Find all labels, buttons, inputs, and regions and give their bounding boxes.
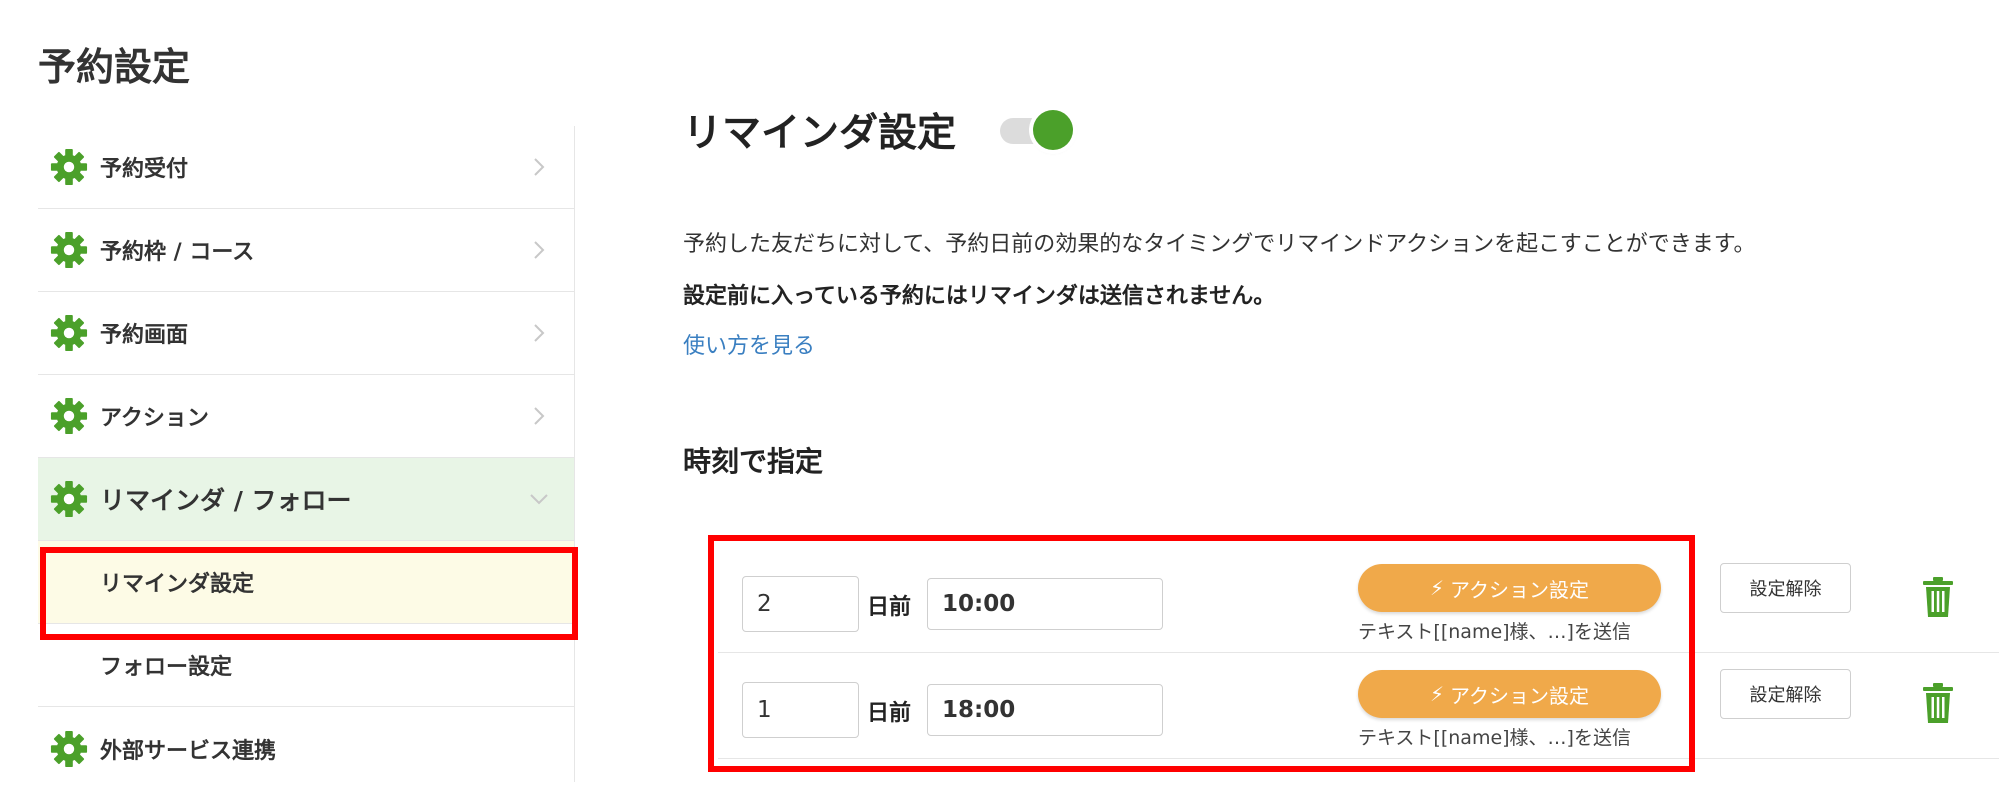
toggle-knob (1033, 110, 1073, 150)
sidebar-item-reservation-screen[interactable]: 予約画面 (38, 292, 574, 375)
description-text: 予約した友だちに対して、予約日前の効果的なタイミングでリマインドアクションを起こ… (683, 232, 1756, 257)
notice-text: 設定前に入っている予約にはリマインダは送信されません。 (683, 284, 1276, 309)
sidebar: 予約受付 予約枠 / コース 予約画面 アクション リマインダ / フォロー リ… (38, 126, 575, 782)
unset-button[interactable]: 設定解除 (1720, 669, 1851, 719)
sidebar-subitem-follow-settings[interactable]: フォロー設定 (38, 624, 574, 707)
page-title: 予約設定 (38, 45, 191, 89)
action-settings-label: アクション設定 (1450, 577, 1590, 602)
section-title: リマインダ設定 (683, 111, 957, 156)
reminder-row: 日前 ⚡ アクション設定 テキスト[[name]様、…]を送信 設定解除 (718, 653, 1999, 759)
sidebar-item-label: 予約画面 (100, 323, 189, 348)
sidebar-item-action[interactable]: アクション (38, 375, 574, 458)
sidebar-subitem-label: リマインダ設定 (100, 572, 255, 597)
gear-icon (50, 314, 88, 352)
sidebar-item-reservation-acceptance[interactable]: 予約受付 (38, 126, 574, 209)
sidebar-item-external-services[interactable]: 外部サービス連携 (38, 707, 574, 790)
days-before-input[interactable] (742, 682, 859, 738)
lightning-icon: ⚡ (1429, 576, 1445, 600)
action-settings-button[interactable]: ⚡ アクション設定 (1358, 564, 1661, 612)
sidebar-subitem-reminder-settings[interactable]: リマインダ設定 (38, 541, 574, 624)
reminder-toggle[interactable] (1000, 110, 1073, 150)
chevron-right-icon (528, 322, 550, 344)
subsection-title: 時刻で指定 (683, 445, 824, 478)
days-before-label: 日前 (867, 701, 912, 726)
sidebar-item-label: アクション (100, 406, 209, 431)
gear-icon (50, 730, 88, 768)
sidebar-item-label: 外部サービス連携 (100, 738, 277, 764)
action-settings-label: アクション設定 (1450, 683, 1590, 708)
reminder-row: 日前 ⚡ アクション設定 テキスト[[name]様、…]を送信 設定解除 (718, 547, 1999, 653)
gear-icon (50, 397, 88, 435)
gear-icon (50, 148, 88, 186)
action-description: テキスト[[name]様、…]を送信 (1358, 727, 1631, 749)
chevron-down-icon (528, 488, 550, 510)
sidebar-subitem-label: フォロー設定 (100, 655, 233, 680)
time-input[interactable] (927, 684, 1163, 736)
days-before-label: 日前 (867, 595, 912, 620)
lightning-icon: ⚡ (1429, 682, 1445, 706)
sidebar-item-slots-courses[interactable]: 予約枠 / コース (38, 209, 574, 292)
chevron-right-icon (528, 156, 550, 178)
days-before-input[interactable] (742, 576, 859, 632)
trash-icon[interactable] (1921, 683, 1955, 723)
chevron-right-icon (528, 405, 550, 427)
action-description: テキスト[[name]様、…]を送信 (1358, 621, 1631, 643)
help-link[interactable]: 使い方を見る (683, 328, 815, 360)
sidebar-item-label: 予約枠 / コース (100, 240, 255, 265)
sidebar-item-label: リマインダ / フォロー (100, 486, 352, 515)
sidebar-item-label: 予約受付 (100, 157, 189, 182)
sidebar-item-reminder-follow[interactable]: リマインダ / フォロー (38, 458, 574, 541)
chevron-right-icon (528, 239, 550, 261)
time-input[interactable] (927, 578, 1163, 630)
action-settings-button[interactable]: ⚡ アクション設定 (1358, 670, 1661, 718)
unset-button[interactable]: 設定解除 (1720, 563, 1851, 613)
trash-icon[interactable] (1921, 577, 1955, 617)
gear-icon (50, 480, 88, 518)
gear-icon (50, 231, 88, 269)
